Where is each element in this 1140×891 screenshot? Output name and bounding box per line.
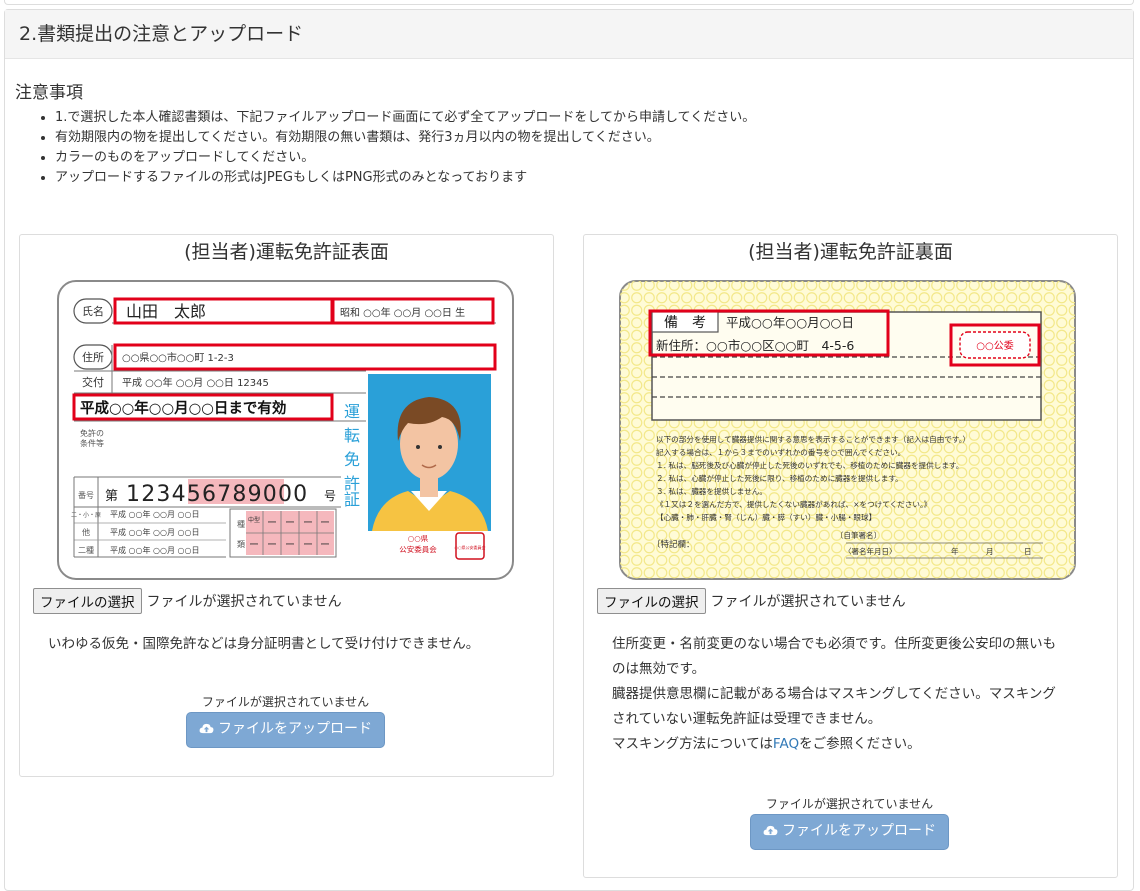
front-upload-label: ファイルをアップロード: [218, 721, 372, 737]
notes-list: 1.で選択した本人確認書類は、下記ファイルアップロード画面にて必ず全てアップロー…: [38, 108, 755, 188]
license-char: 証: [344, 490, 360, 509]
back-file-picker: ファイルの選択 ファイルが選択されていません: [597, 588, 906, 614]
back-upload-status: ファイルが選択されていません: [765, 797, 934, 811]
section-title: 2.書類提出の注意とアップロード: [5, 10, 1133, 59]
notes-title: 注意事項: [15, 83, 83, 103]
back-file-select-button[interactable]: ファイルの選択: [597, 588, 706, 614]
back-desc-line: 臓器提供意思欄に記載がある場合はマスキングしてください。マスキング: [612, 686, 1056, 702]
sig-day: 日: [1024, 547, 1032, 556]
back-title: (担当者)運転免許証裏面: [748, 241, 953, 263]
card-name-label: 氏名: [82, 304, 104, 318]
front-upload-button[interactable]: ファイルをアップロード: [186, 712, 385, 748]
back-description: 住所変更・名前変更のない場合でも必須です。住所変更後公安印の無いも のは無効です…: [612, 632, 1092, 757]
card-address-label: 住所: [82, 350, 104, 364]
organ-line: ２. 私は、心臓が停止した死後に限り、移植のために臓器を提供します。: [656, 473, 903, 483]
license-front-image: 氏名 山田 太郎 昭和 ○○年 ○○月 ○○日 生 住所 ○○県○○市○○町 1…: [57, 280, 514, 580]
card-conditions-label-1: 免許の: [80, 428, 104, 438]
front-title: (担当者)運転免許証表面: [184, 241, 389, 263]
license-back-image: 備 考 平成○○年○○月○○日 新住所：○○市○○区○○町 4-5-6 ○○公委…: [619, 280, 1076, 580]
list-item: カラーのものをアップロードしてください。: [55, 148, 755, 168]
card-number-label: 番号: [78, 490, 94, 500]
card-birth: 昭和 ○○年 ○○月 ○○日 生: [340, 306, 465, 319]
back-desc-line: マスキング方法についてはFAQをご参照ください。: [612, 732, 1092, 757]
cloud-upload-icon: [763, 825, 778, 836]
type-cell: ー: [285, 540, 295, 551]
card-issue: 平成 ○○年 ○○月 ○○日 12345: [122, 376, 269, 389]
organ-line: ３. 私は、臓器を提供しません。: [656, 486, 767, 496]
stamp-text: ○○公委: [976, 339, 1013, 352]
card-name: 山田 太郎: [126, 302, 206, 321]
type-cell: ー: [249, 540, 259, 551]
remarks-date: 平成○○年○○月○○日: [726, 315, 854, 330]
history-date: 平成 ○○年 ○○月 ○○日: [110, 545, 200, 555]
back-desc-line: されていない運転免許証は受理できません。: [612, 711, 882, 727]
type-label: 種: [237, 519, 245, 529]
card-issue-label: 交付: [82, 375, 104, 389]
front-file-picker: ファイルの選択 ファイルが選択されていません: [33, 588, 342, 614]
license-char: 転: [344, 426, 360, 445]
front-description: いわゆる仮免・国際免許などは身分証明書として受け付けできません。: [48, 636, 480, 652]
type-cell: ー: [303, 540, 313, 551]
special-label: 〔特記欄：: [652, 539, 695, 550]
list-item: アップロードするファイルの形式はJPEGもしくはPNG形式のみとなっております: [55, 168, 755, 188]
back-desc-line: 住所変更・名前変更のない場合でも必須です。住所変更後公安印の無いも: [612, 636, 1057, 652]
faq-prefix: マスキング方法については: [612, 736, 773, 752]
type-cell: ー: [320, 518, 330, 529]
sig-month: 月: [986, 547, 994, 556]
history-date: 平成 ○○年 ○○月 ○○日: [110, 509, 200, 519]
card-number-suffix: 号: [324, 489, 336, 503]
cloud-upload-icon: [199, 723, 214, 734]
new-address: 新住所：○○市○○区○○町 4-5-6: [656, 338, 854, 353]
signature-date: 〈署名年月日〉: [844, 546, 897, 556]
organ-line: 《１又は２を選んだ方で、提供したくない臓器があれば、×をつけてください。》: [656, 499, 931, 509]
card-address: ○○県○○市○○町 1-2-3: [122, 351, 234, 364]
back-file-status: ファイルが選択されていません: [710, 594, 906, 610]
faq-suffix: をご参照ください。: [799, 736, 921, 752]
type-label: 類: [237, 539, 245, 549]
organ-line: １. 私は、脳死後及び心臓が停止した死後のいずれでも、移植のために臓器を提供しま…: [656, 460, 963, 470]
list-item: 1.で選択した本人確認書類は、下記ファイルアップロード画面にて必ず全てアップロー…: [55, 108, 755, 128]
type-cell: ー: [267, 518, 277, 529]
signature-label: 〔自筆署名〕: [836, 530, 881, 540]
card-number-prefix: 第: [105, 489, 118, 504]
front-upload-status: ファイルが選択されていません: [201, 695, 370, 709]
organ-line: 記入する場合は、１から３までのいずれかの番号を○で囲んでください。: [656, 447, 905, 457]
back-upload-label: ファイルをアップロード: [782, 823, 936, 839]
history-label: 二種: [78, 545, 94, 555]
history-label: 他: [82, 527, 90, 537]
history-date: 平成 ○○年 ○○月 ○○日: [110, 527, 200, 537]
organ-line: 以下の部分を使用して臓器提供に関する意思を表示することができます（記入は自由です…: [656, 434, 970, 444]
organ-line: 【心臓・肺・肝臓・腎（じん）臓・膵（すい）臓・小腸・眼球】: [656, 512, 876, 522]
sig-year: 年: [951, 546, 959, 556]
type-cell: ー: [303, 518, 313, 529]
back-desc-line: のは無効です。: [612, 661, 706, 677]
license-char: 運: [344, 402, 360, 421]
portrait-photo: [368, 374, 491, 531]
type-cell: ー: [320, 540, 330, 551]
license-char: 免: [344, 450, 360, 469]
type-cell: ー: [267, 540, 277, 551]
front-file-status: ファイルが選択されていません: [146, 594, 342, 610]
previous-panel-edge: [4, 0, 1134, 5]
remarks-label: 備 考: [664, 315, 706, 331]
front-file-select-button[interactable]: ファイルの選択: [33, 588, 142, 614]
type-cell: ー: [285, 518, 295, 529]
type-cell-label: 中型: [248, 516, 260, 524]
list-item: 有効期限内の物を提出してください。有効期限の無い書類は、発行3ヵ月以内の物を提出…: [55, 128, 755, 148]
card-conditions-label-2: 条件等: [80, 438, 104, 448]
history-label: 二・小・原: [71, 511, 101, 519]
faq-link[interactable]: FAQ: [773, 736, 799, 752]
card-authority-1: ○○県: [408, 534, 429, 543]
back-upload-button[interactable]: ファイルをアップロード: [750, 814, 949, 850]
seal-text: ○○県公安委員会: [455, 544, 486, 550]
card-expiry: 平成○○年○○月○○日まで有効: [80, 399, 286, 417]
card-authority-2: 公安委員会: [399, 544, 437, 554]
card-number: 123456789000: [126, 482, 308, 507]
